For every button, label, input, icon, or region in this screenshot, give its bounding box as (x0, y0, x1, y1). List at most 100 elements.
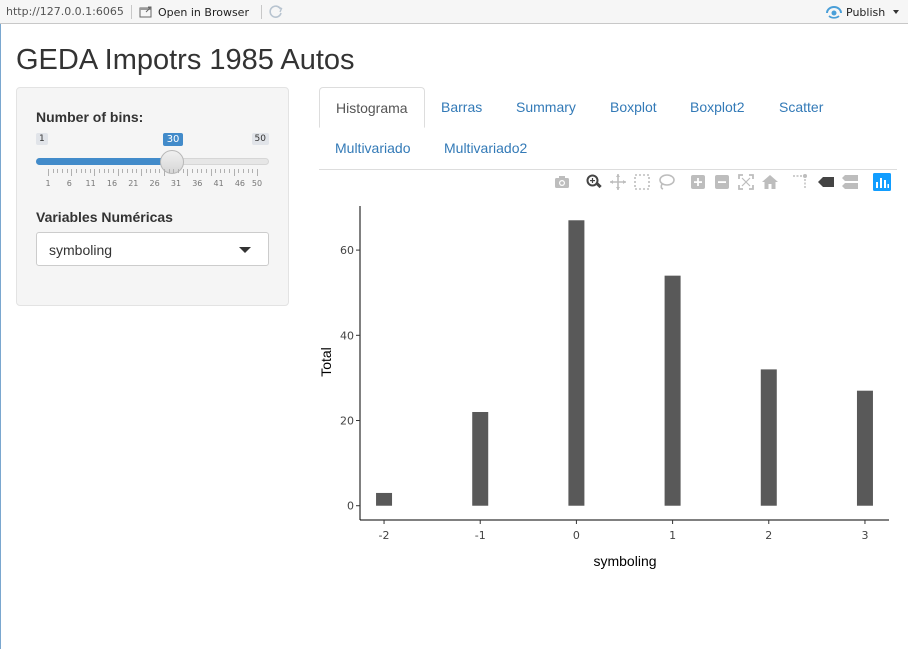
y-tick-label: 60 (340, 244, 354, 257)
slider-tick (113, 169, 115, 173)
slider-tick (126, 169, 128, 173)
histogram-bar[interactable] (760, 369, 777, 506)
slider-tick (89, 169, 91, 173)
open-browser-icon (139, 6, 152, 18)
tab-boxplot[interactable]: Boxplot (594, 87, 673, 128)
slider-tick (205, 169, 207, 173)
autoscale-icon[interactable] (737, 173, 755, 191)
camera-icon[interactable] (553, 173, 571, 191)
slider-tick (182, 169, 184, 173)
slider-tick-label: 16 (106, 179, 118, 188)
slider-tick (57, 169, 59, 173)
slider-tick-label: 26 (149, 179, 160, 188)
open-in-browser-button[interactable]: Open in Browser (139, 3, 249, 21)
y-axis-title: Total (319, 347, 334, 377)
box-select-icon[interactable] (633, 173, 651, 191)
slider-tick-label: 41 (213, 179, 224, 188)
slider-tick (191, 169, 193, 173)
slider-tick (131, 169, 133, 173)
slider-tick (108, 169, 110, 173)
pan-icon[interactable] (609, 173, 627, 191)
viewer-toolbar: http://127.0.0.1:6065 Open in Browser Pu… (0, 0, 908, 24)
slider-tick (52, 169, 54, 173)
slider-max-label: 50 (251, 133, 269, 145)
slider-tick (219, 169, 221, 173)
zoom-in-icon[interactable] (689, 173, 707, 191)
home-icon[interactable] (761, 173, 779, 191)
zoom-out-icon[interactable] (713, 173, 731, 191)
slider-tick-label: 21 (128, 179, 139, 188)
refresh-icon[interactable] (268, 4, 284, 20)
slider-tick (252, 169, 254, 173)
x-axis-title: symboling (593, 553, 656, 569)
slider-fill (36, 158, 172, 165)
slider-tick (243, 169, 245, 173)
tab-barras[interactable]: Barras (425, 87, 498, 128)
variable-select-value: symboling (49, 242, 113, 258)
bins-slider[interactable]: 1 50 30 1 6 11 16 21 26 31 36 41 46 50 (36, 133, 269, 188)
slider-tick (164, 169, 166, 176)
chevron-down-icon[interactable] (893, 10, 900, 14)
zoom-icon[interactable] (585, 173, 603, 191)
tab-summary[interactable]: Summary (500, 87, 592, 128)
slider-tick (66, 169, 68, 173)
slider-min-label: 1 (36, 133, 48, 145)
histogram-chart: 0 20 40 60 -2 -1 0 1 2 3 symboling Total (319, 206, 889, 569)
slider-tick (210, 169, 212, 176)
histogram-bar[interactable] (472, 411, 489, 506)
variable-select[interactable]: symboling (36, 232, 269, 266)
slider-tick (94, 169, 96, 176)
slider-tick-label: 6 (66, 179, 72, 188)
chevron-down-icon (239, 247, 251, 253)
x-tick-label: -2 (379, 529, 390, 542)
sidebar-panel: Number of bins: 1 50 30 1 6 11 16 21 26 31 36 41… (16, 87, 289, 306)
slider-tick (122, 169, 124, 173)
histogram-bar[interactable] (376, 492, 393, 506)
tab-boxplot2[interactable]: Boxplot2 (674, 87, 760, 128)
toolbar-divider (261, 5, 262, 19)
slider-tick (85, 169, 87, 173)
slider-tick (48, 169, 49, 176)
slider-tick (61, 169, 63, 173)
plotly-logo-icon[interactable] (873, 173, 891, 191)
slider-tick-label: 46 (234, 179, 246, 188)
slider-tick (159, 169, 161, 173)
slider-tick (75, 169, 77, 173)
variables-label: Variables Numéricas (36, 209, 173, 225)
histogram-bar[interactable] (568, 220, 585, 506)
viewer-url: http://127.0.0.1:6065 (6, 5, 124, 18)
publish-button[interactable]: Publish (826, 3, 900, 21)
open-in-browser-label: Open in Browser (158, 5, 249, 19)
histogram-bar[interactable] (664, 275, 681, 506)
x-tick-label: 0 (573, 529, 580, 542)
slider-tick (150, 169, 152, 173)
slider-value-label: 30 (162, 133, 184, 146)
spike-lines-icon[interactable] (791, 173, 809, 191)
slider-tick (80, 169, 82, 173)
hover-compare-icon[interactable] (841, 173, 859, 191)
slider-tick (117, 169, 119, 176)
tab-multivariado2[interactable]: Multivariado2 (428, 128, 543, 169)
slider-ticks (36, 169, 269, 177)
slider-tick (103, 169, 105, 173)
y-tick-label: 0 (347, 500, 354, 513)
tab-histograma[interactable]: Histograma (319, 87, 425, 128)
x-tick-label: 1 (669, 529, 676, 542)
slider-tick (238, 169, 240, 173)
hover-closest-icon[interactable] (817, 173, 835, 191)
x-tick-label: 3 (861, 529, 868, 542)
slider-tick (233, 169, 235, 176)
x-tick-label: -1 (475, 529, 486, 542)
slider-tick (229, 169, 231, 173)
slider-tick (187, 169, 189, 176)
lasso-icon[interactable] (657, 173, 675, 191)
tab-multivariado[interactable]: Multivariado (319, 128, 426, 169)
slider-tick-label: 36 (192, 179, 203, 188)
toolbar-divider (131, 5, 132, 19)
histogram-bar[interactable] (856, 390, 873, 506)
slider-tick-label: 1 (45, 179, 51, 188)
tab-scatter[interactable]: Scatter (763, 87, 839, 128)
slider-tick (71, 169, 73, 176)
y-tick-label: 20 (340, 415, 354, 428)
page-title: GEDA Impotrs 1985 Autos (16, 44, 355, 76)
